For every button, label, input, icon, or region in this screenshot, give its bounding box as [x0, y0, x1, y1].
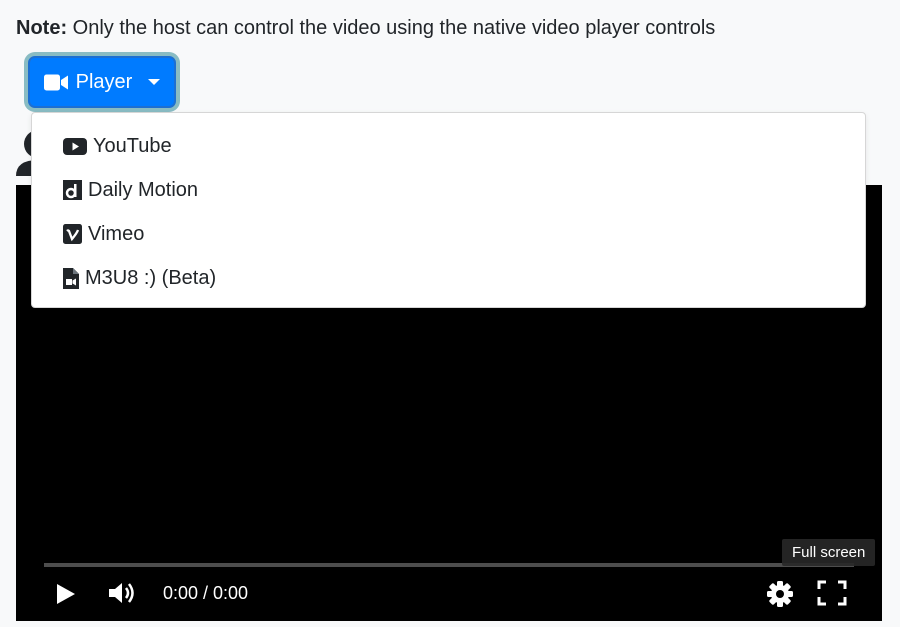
dailymotion-icon — [63, 180, 82, 200]
dropdown-item-m3u8[interactable]: M3U8 :) (Beta) — [63, 258, 865, 298]
fullscreen-icon[interactable] — [817, 580, 847, 611]
dropdown-item-vimeo[interactable]: Vimeo — [63, 214, 865, 254]
note-label: Note: — [16, 17, 68, 39]
dropdown-item-label: Vimeo — [88, 222, 145, 245]
play-icon[interactable] — [56, 583, 76, 610]
dropdown-item-label: YouTube — [93, 134, 172, 157]
volume-icon[interactable] — [108, 581, 138, 610]
dropdown-item-label: Daily Motion — [88, 178, 199, 201]
player-dropdown-button[interactable]: Player — [28, 56, 176, 108]
video-camera-icon — [43, 74, 68, 91]
player-dropdown-menu: YouTube Daily Motion Vimeo M3U8 :) (Beta… — [31, 112, 866, 308]
gear-icon[interactable] — [766, 580, 794, 613]
dropdown-item-daily-motion[interactable]: Daily Motion — [63, 170, 865, 210]
host-control-note: Note: Only the host can control the vide… — [16, 14, 715, 42]
caret-down-icon — [148, 79, 161, 85]
player-button-label: Player — [75, 70, 133, 93]
video-progress-bar[interactable] — [44, 563, 854, 567]
vimeo-icon — [63, 224, 82, 244]
dropdown-item-label: M3U8 :) (Beta) — [85, 266, 217, 289]
youtube-icon — [63, 137, 87, 155]
video-time-display: 0:00 / 0:00 — [163, 583, 249, 603]
note-text: Only the host can control the video usin… — [67, 17, 716, 39]
fullscreen-tooltip: Full screen — [782, 539, 876, 566]
dropdown-item-youtube[interactable]: YouTube — [63, 126, 865, 166]
file-video-icon — [63, 267, 79, 289]
